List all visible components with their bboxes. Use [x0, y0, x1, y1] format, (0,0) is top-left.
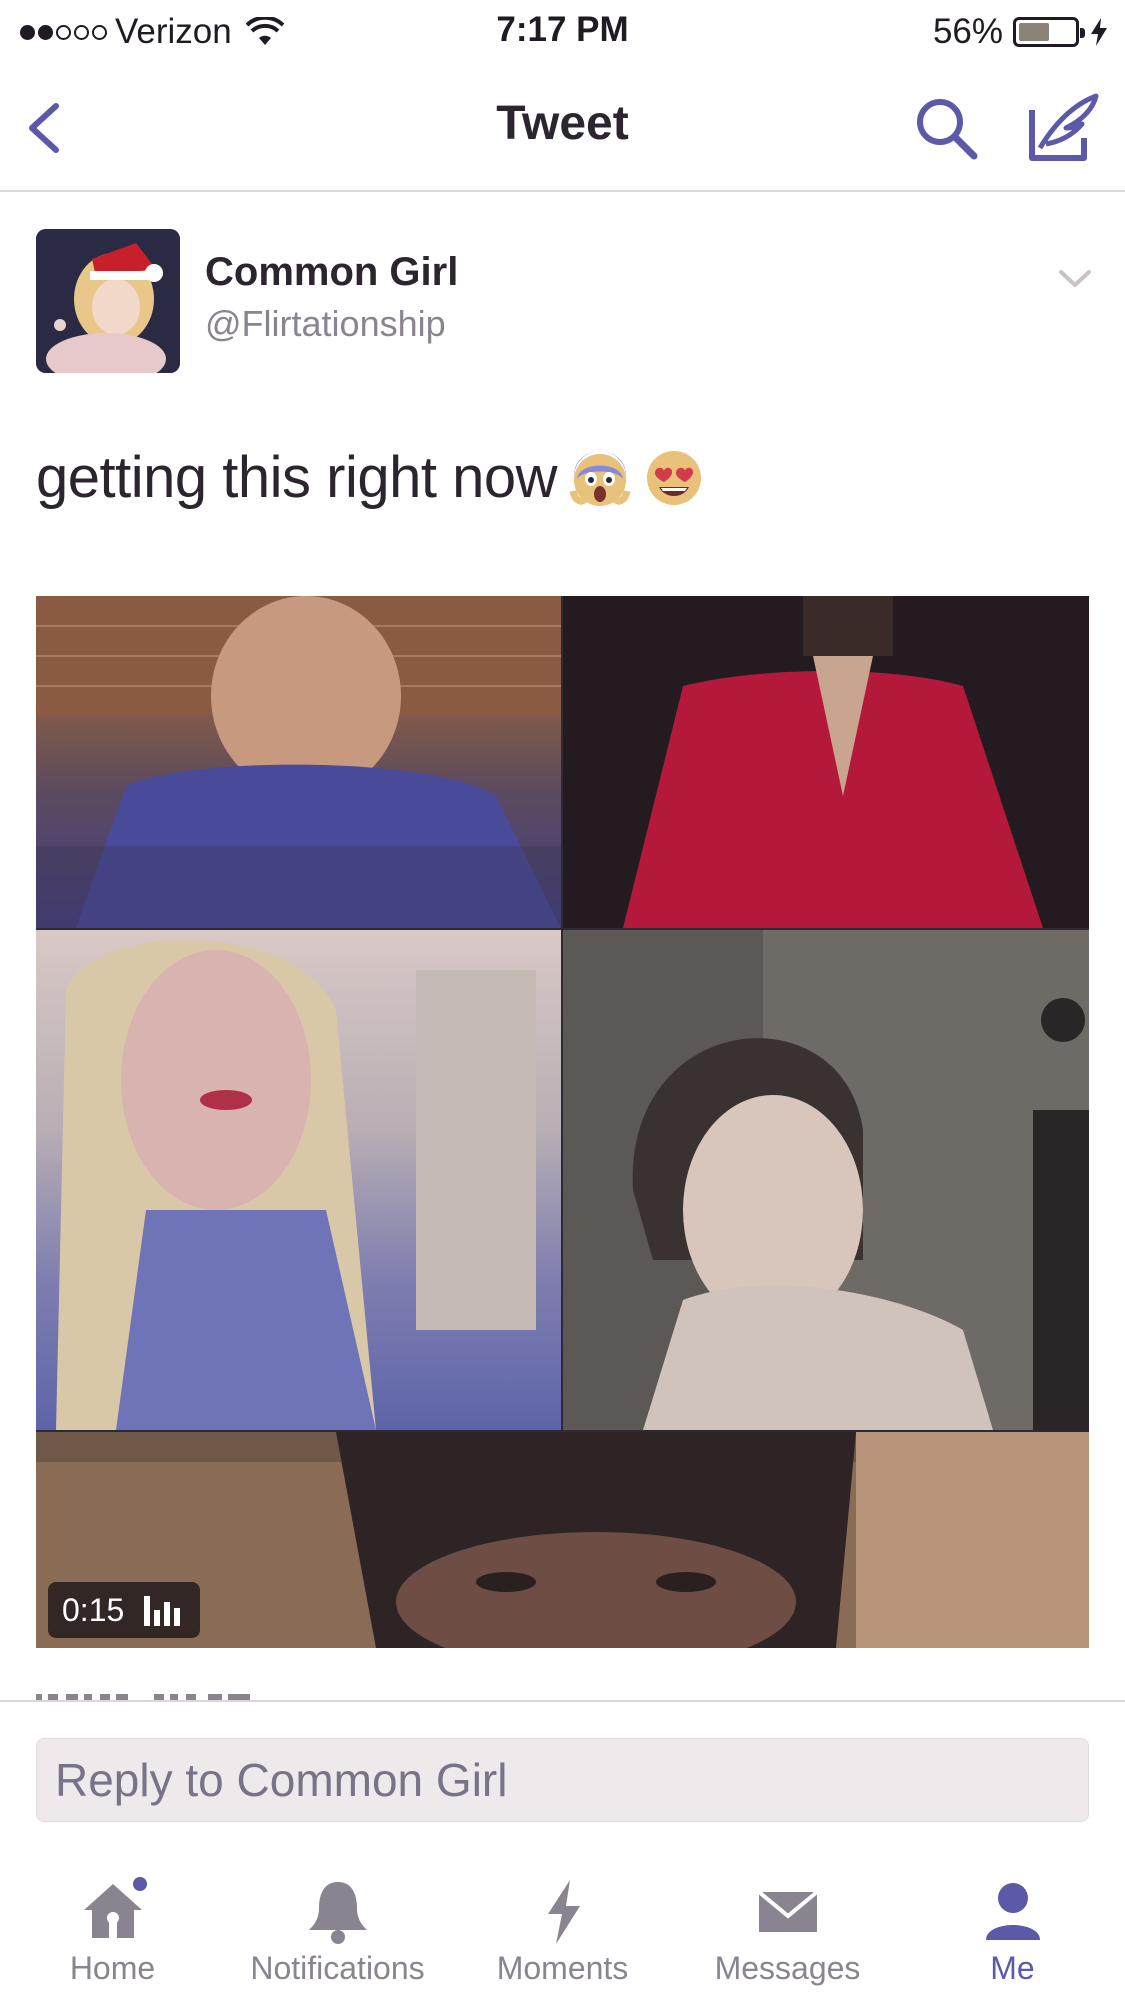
video-frame-top-right	[563, 596, 1089, 928]
tab-bar: Home Notifications Moments Messages Me	[0, 1860, 1125, 2001]
smiling-face-with-heart-eyes-icon	[646, 450, 701, 505]
tweet-author[interactable]: Common Girl @Flirtationship	[205, 250, 458, 345]
lightning-icon	[547, 1880, 580, 1944]
tab-label: Notifications	[250, 1950, 425, 1986]
face-screaming-in-fear-icon	[569, 450, 631, 506]
tab-label: Me	[990, 1950, 1035, 1986]
author-handle: @Flirtationship	[205, 303, 446, 344]
battery-level-fill	[1019, 23, 1049, 41]
nav-bar: Tweet	[0, 64, 1125, 192]
tab-moments[interactable]: Moments	[450, 1860, 675, 1987]
tab-me[interactable]: Me	[900, 1860, 1125, 1987]
tweet-body: getting this right now	[36, 445, 557, 510]
battery-percent: 56%	[932, 12, 1003, 51]
bell-icon	[308, 1882, 367, 1944]
author-name: Common Girl	[205, 250, 459, 294]
chevron-down-icon[interactable]	[1057, 268, 1093, 290]
tab-messages[interactable]: Messages	[675, 1860, 900, 1987]
divider	[0, 1700, 1125, 1702]
video-frame-top-left	[36, 596, 561, 928]
envelope-icon	[757, 1890, 818, 1932]
tab-home[interactable]: Home	[0, 1860, 225, 1987]
tweet-text: getting this right now	[36, 444, 705, 511]
avatar-image	[36, 229, 180, 373]
avatar[interactable]	[36, 229, 180, 373]
reply-input[interactable]: Reply to Common Girl	[36, 1738, 1089, 1822]
compose-tweet-icon[interactable]	[1022, 88, 1102, 168]
video-duration-badge: 0:15	[48, 1582, 200, 1638]
video-duration: 0:15	[62, 1591, 125, 1628]
battery-icon	[1013, 17, 1085, 47]
status-bar: Verizon 7:17 PM 56%	[0, 0, 1125, 64]
video-frame-middle-left	[36, 930, 561, 1430]
search-icon[interactable]	[910, 92, 982, 164]
tab-label: Messages	[714, 1950, 861, 1986]
person-icon	[985, 1883, 1040, 1940]
reply-placeholder: Reply to Common Girl	[55, 1754, 508, 1806]
tab-label: Home	[69, 1950, 156, 1986]
audio-bars-icon	[144, 1596, 181, 1626]
tweet-video[interactable]: 0:15	[36, 596, 1089, 1648]
home-icon	[83, 1877, 147, 1938]
charging-bolt-icon	[1091, 18, 1107, 46]
video-frame-middle-right	[563, 930, 1089, 1430]
tab-label: Moments	[496, 1950, 629, 1986]
tab-notifications[interactable]: Notifications	[225, 1860, 450, 1987]
